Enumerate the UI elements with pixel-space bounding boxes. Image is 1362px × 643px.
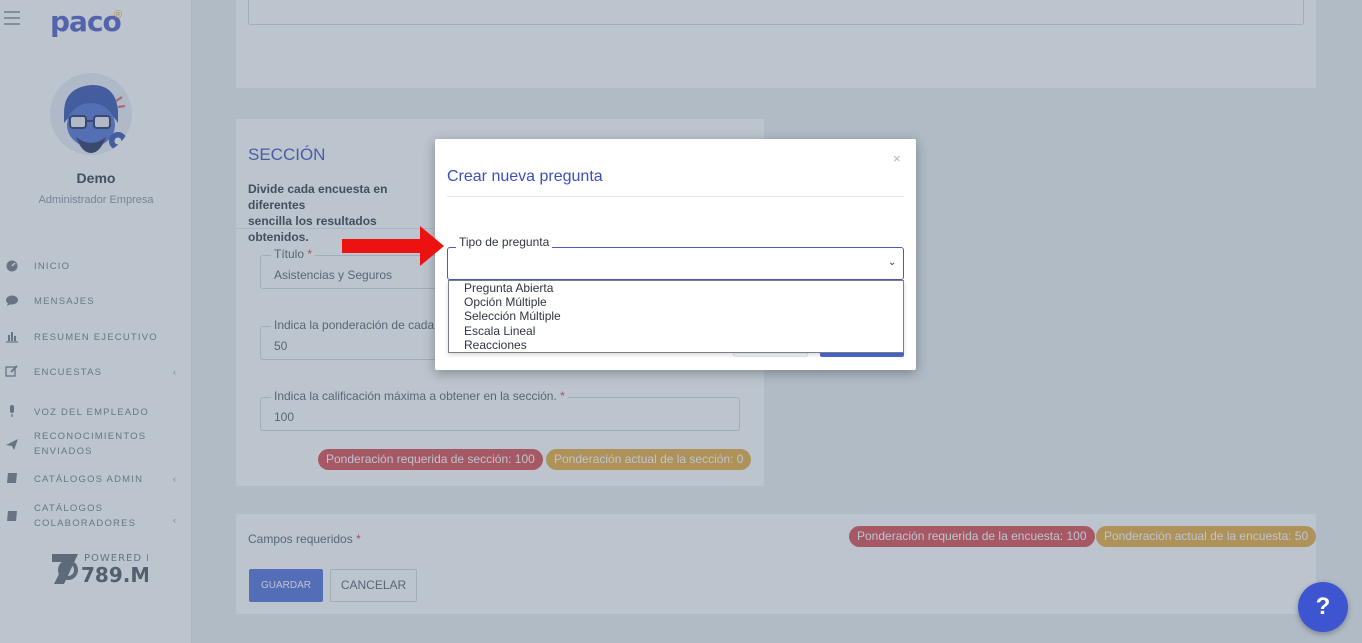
question-type-options: Pregunta Abierta Opción Múltiple Selecci…	[448, 280, 904, 353]
question-type-select[interactable]: Tipo de pregunta ⌄	[447, 235, 904, 280]
red-arrow-annotation-icon	[342, 226, 444, 266]
modal-title: Crear nueva pregunta	[447, 168, 603, 185]
option-opcion-multiple[interactable]: Opción Múltiple	[464, 295, 547, 309]
option-escala-lineal[interactable]: Escala Lineal	[464, 324, 535, 338]
option-pregunta-abierta[interactable]: Pregunta Abierta	[464, 281, 553, 295]
help-button[interactable]: ?	[1298, 582, 1348, 632]
select-label: Tipo de pregunta	[456, 235, 553, 249]
option-seleccion-multiple[interactable]: Selección Múltiple	[464, 309, 561, 323]
option-reacciones[interactable]: Reacciones	[464, 338, 527, 352]
chevron-down-icon: ⌄	[888, 257, 897, 268]
modal-divider	[447, 196, 904, 197]
close-icon[interactable]: ×	[893, 151, 901, 166]
